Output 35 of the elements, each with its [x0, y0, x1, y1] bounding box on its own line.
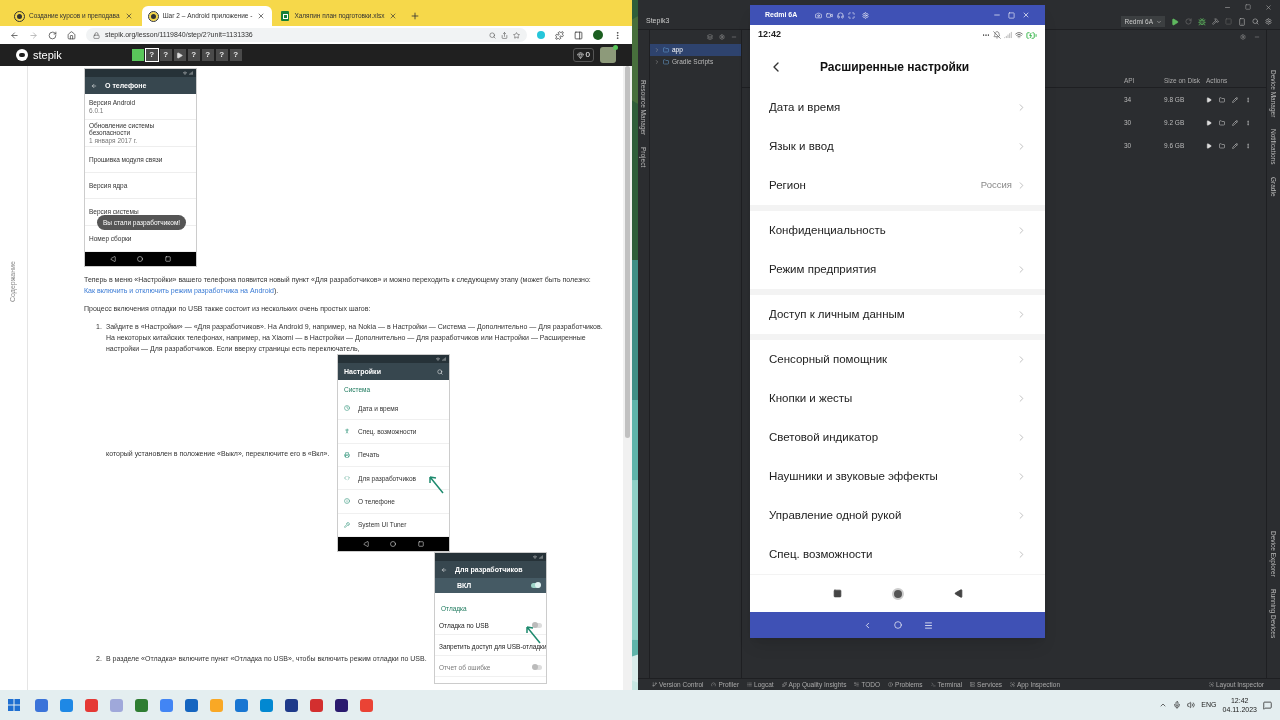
- settings-row[interactable]: Язык и ввод: [750, 127, 1045, 166]
- settings-label: Наушники и звуковые эффекты: [769, 468, 939, 484]
- step-tab[interactable]: ?: [145, 49, 158, 61]
- stepik-logo-text: stepik: [33, 47, 62, 63]
- settings-label: Язык и ввод: [769, 138, 835, 154]
- settings-row[interactable]: Конфиденциальность: [750, 211, 1045, 250]
- settings-row[interactable]: Кнопки и жесты: [750, 379, 1045, 418]
- step-tab[interactable]: ?: [229, 49, 242, 61]
- step-tab[interactable]: ?: [215, 49, 228, 61]
- settings-row[interactable]: Дата и время: [750, 88, 1045, 127]
- settings-label: Сенсорный помощник: [769, 351, 889, 367]
- step-tab[interactable]: ?: [201, 49, 214, 61]
- settings-label: Конфиденциальность: [769, 222, 887, 238]
- settings-row[interactable]: Режим предприятия: [750, 250, 1045, 289]
- settings-label: Кнопки и жесты: [769, 390, 854, 406]
- settings-label: Спец. возможности: [769, 546, 874, 562]
- settings-label: Световой индикатор: [769, 429, 880, 445]
- settings-label: Режим предприятия: [769, 261, 878, 277]
- step-tab[interactable]: ?: [187, 49, 200, 61]
- screen-title: Расширенные настройки: [820, 58, 970, 76]
- settings-row[interactable]: Доступ к личным данным: [750, 295, 1045, 334]
- settings-label: Регион: [769, 177, 807, 193]
- settings-row[interactable]: Регион Россия: [750, 166, 1045, 205]
- settings-row[interactable]: Наушники и звуковые эффекты: [750, 457, 1045, 496]
- step-tab[interactable]: ?: [159, 49, 172, 61]
- settings-label: Управление одной рукой: [769, 507, 903, 523]
- settings-row[interactable]: Спец. возможности: [750, 535, 1045, 574]
- settings-label: Дата и время: [769, 99, 842, 115]
- settings-row[interactable]: Сенсорный помощник: [750, 340, 1045, 379]
- settings-value: Россия: [980, 178, 1012, 193]
- phone-time: 12:42: [758, 28, 782, 42]
- settings-label: Доступ к личным данным: [769, 306, 906, 322]
- settings-row[interactable]: Световой индикатор: [750, 418, 1045, 457]
- points-counter[interactable]: 0: [572, 48, 594, 62]
- settings-row[interactable]: Управление одной рукой: [750, 496, 1045, 535]
